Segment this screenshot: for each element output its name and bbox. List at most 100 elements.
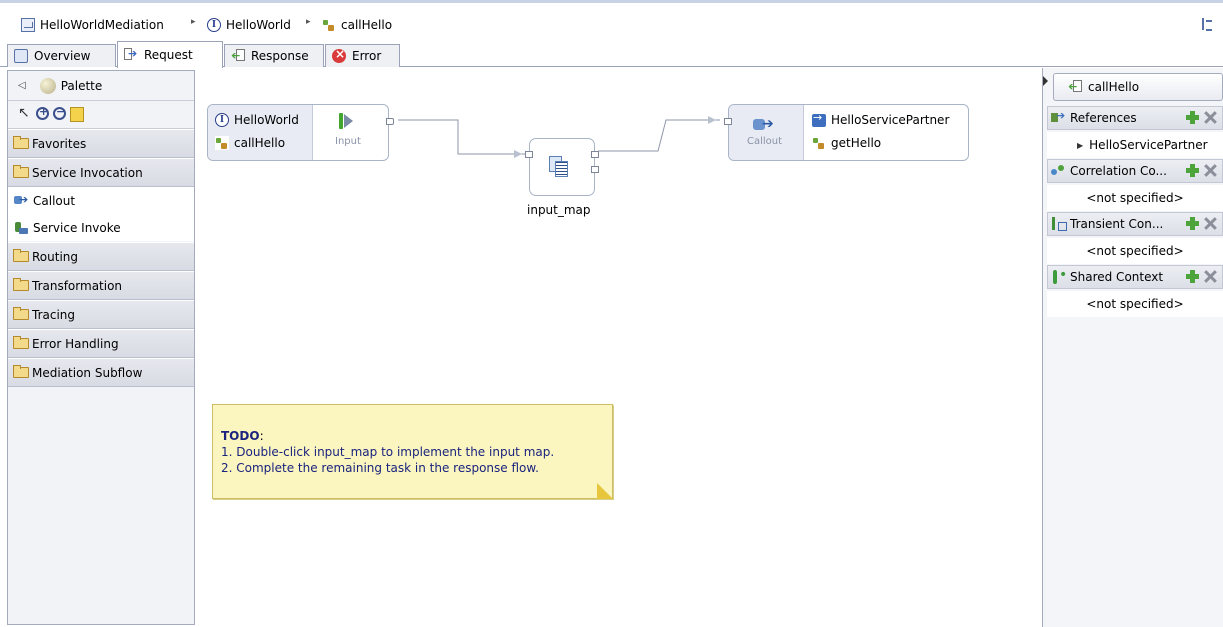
breadcrumb-separator: ▸ — [306, 17, 311, 27]
drawer-error-handling[interactable]: Error Handling — [8, 329, 194, 358]
palette-item-service-invoke[interactable]: Service Invoke — [8, 214, 194, 241]
input-map-node[interactable] — [525, 138, 599, 196]
todo-note[interactable]: TODO: 1. Double-click input_map to imple… — [212, 404, 613, 499]
section-label: Shared Context — [1070, 270, 1164, 284]
add-icon[interactable] — [1186, 270, 1199, 283]
section-correlation-context[interactable]: Correlation Co... — [1047, 159, 1223, 183]
note-title-text: TODO — [221, 429, 260, 443]
tab-label: Request — [144, 48, 193, 62]
delete-icon[interactable] — [1204, 217, 1216, 230]
delete-icon[interactable] — [1204, 164, 1216, 177]
tab-label: Response — [251, 49, 309, 63]
callout-icon — [753, 115, 779, 133]
mediation-module-icon — [21, 18, 35, 32]
interface-icon: I — [207, 18, 221, 32]
section-label: References — [1070, 111, 1137, 125]
map-fail-port[interactable] — [591, 166, 599, 173]
operation-button[interactable]: callHello — [1053, 73, 1223, 101]
note-tool-icon[interactable] — [70, 107, 84, 122]
expand-arrow-icon[interactable]: ▶ — [1077, 141, 1083, 150]
reference-item[interactable]: ▶ HelloServicePartner — [1047, 132, 1223, 158]
section-actions — [1186, 217, 1216, 230]
drawer-label: Routing — [32, 249, 79, 264]
tab-response[interactable]: Response — [224, 44, 324, 67]
drawer-tracing[interactable]: Tracing — [8, 300, 194, 329]
context-panel: callHello References ▶ HelloServicePartn… — [1042, 68, 1223, 627]
zoom-in-icon[interactable] — [36, 105, 49, 120]
section-references[interactable]: References — [1047, 106, 1223, 130]
tab-overview[interactable]: Overview — [7, 44, 116, 67]
map-in-port[interactable] — [525, 151, 533, 158]
section-actions — [1186, 164, 1216, 177]
folder-icon — [13, 365, 29, 378]
delete-icon[interactable] — [1204, 111, 1216, 124]
drawer-service-invocation[interactable]: Service Invocation — [8, 158, 194, 187]
error-icon — [332, 47, 346, 63]
breadcrumb: HelloWorldMediation ▸ I HelloWorld ▸ cal… — [0, 0, 1223, 40]
outline-toggle-icon[interactable] — [1202, 18, 1213, 31]
tab-request[interactable]: Request — [117, 41, 223, 68]
callout-partner-label: HelloServicePartner — [831, 113, 950, 127]
note-title-colon: : — [259, 429, 264, 443]
input-node[interactable]: I HelloWorld callHello Input — [207, 104, 394, 161]
breadcrumb-item-operation[interactable]: callHello — [322, 16, 392, 34]
add-icon[interactable] — [1186, 111, 1199, 124]
transient-context-value: <not specified> — [1047, 238, 1223, 264]
reference-label: HelloServicePartner — [1089, 138, 1208, 152]
response-operation-icon — [1068, 80, 1082, 94]
connector-arrow — [514, 150, 522, 158]
zoom-out-icon[interactable] — [53, 105, 66, 120]
section-label: Correlation Co... — [1070, 164, 1167, 178]
operation-icon — [322, 18, 336, 32]
callout-terminal-label: Callout — [747, 136, 783, 147]
operation-label: callHello — [1088, 80, 1140, 94]
input-out-port[interactable] — [386, 118, 394, 125]
input-terminal-icon — [339, 113, 353, 129]
callout-partner: HelloServicePartner — [812, 111, 950, 127]
select-tool-icon[interactable] — [15, 105, 32, 123]
input-map-label: input_map — [527, 203, 591, 217]
connector-input-to-map[interactable] — [398, 119, 526, 155]
breadcrumb-item-mediation[interactable]: HelloWorldMediation — [21, 16, 164, 34]
breadcrumb-item-interface[interactable]: I HelloWorld — [207, 16, 291, 34]
drawer-routing[interactable]: Routing — [8, 242, 194, 271]
add-icon[interactable] — [1186, 217, 1199, 230]
drawer-label: Error Handling — [32, 336, 119, 351]
palette-icon — [39, 77, 56, 94]
not-specified-label: <not specified> — [1086, 297, 1184, 311]
folder-icon — [13, 307, 29, 320]
request-flow-icon — [124, 47, 138, 62]
map-out-port[interactable] — [591, 151, 599, 158]
service-partner-icon — [812, 111, 826, 127]
connector-map-to-callout[interactable] — [598, 119, 720, 152]
callout-node[interactable]: Callout HelloServicePartner getHello — [724, 104, 969, 161]
drawer-mediation-subflow[interactable]: Mediation Subflow — [8, 358, 194, 387]
not-specified-label: <not specified> — [1086, 244, 1184, 258]
collapse-palette-icon[interactable]: ◁ — [18, 80, 26, 91]
callout-in-port[interactable] — [724, 118, 732, 125]
shared-context-icon — [1050, 267, 1068, 284]
flow-tab-bar: Overview Request Response Error — [0, 40, 1223, 68]
map-icon — [549, 156, 569, 178]
callout-operation-label: getHello — [831, 136, 882, 150]
palette-tools — [8, 101, 194, 129]
section-actions — [1186, 270, 1216, 283]
note-line: 1. Double-click input_map to implement t… — [221, 445, 555, 459]
drawer-favorites[interactable]: Favorites — [8, 129, 194, 158]
operation-icon — [215, 136, 229, 150]
correlation-context-icon — [1050, 164, 1068, 178]
folder-icon — [13, 165, 29, 178]
palette-item-callout[interactable]: Callout — [8, 187, 194, 214]
drawer-label: Transformation — [32, 278, 123, 293]
shared-context-value: <not specified> — [1047, 291, 1223, 317]
section-transient-context[interactable]: Transient Con... — [1047, 212, 1223, 236]
operation-icon — [812, 136, 826, 150]
delete-icon[interactable] — [1204, 270, 1216, 283]
panel-toggle-icon[interactable] — [1043, 76, 1048, 86]
note-line: 2. Complete the remaining task in the re… — [221, 461, 539, 475]
add-icon[interactable] — [1186, 164, 1199, 177]
tab-error[interactable]: Error — [325, 44, 400, 67]
drawer-transformation[interactable]: Transformation — [8, 271, 194, 300]
section-shared-context[interactable]: Shared Context — [1047, 265, 1223, 289]
flow-canvas[interactable]: I HelloWorld callHello Input input_map C… — [196, 68, 1041, 627]
